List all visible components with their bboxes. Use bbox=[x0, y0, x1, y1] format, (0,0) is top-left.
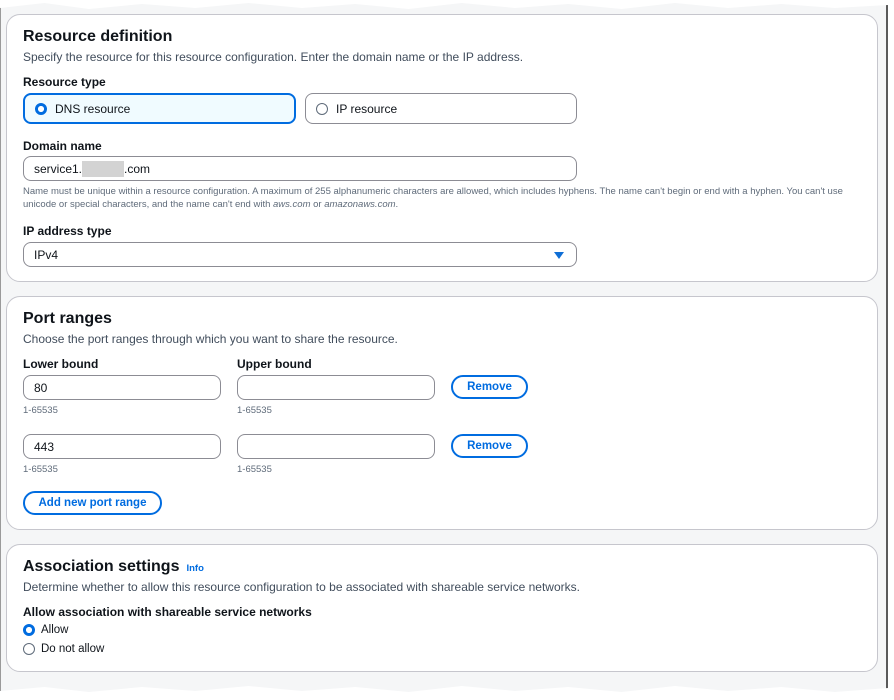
lower-bound-input[interactable]: 80 bbox=[23, 375, 221, 400]
caret-down-icon bbox=[554, 252, 564, 259]
domain-hint-end: . bbox=[395, 199, 399, 210]
lower-bound-hint: 1-65535 bbox=[23, 405, 58, 416]
domain-hint-amazonaws: amazonaws.com bbox=[324, 199, 396, 210]
redacted-domain-mask bbox=[82, 160, 125, 177]
lower-bound-value: 80 bbox=[34, 380, 48, 395]
allow-option[interactable]: Allow bbox=[23, 624, 68, 636]
resource-type-label: Resource type bbox=[23, 75, 106, 89]
remove-port-range-button[interactable]: Remove bbox=[451, 375, 528, 399]
resource-definition-description: Specify the resource for this resource c… bbox=[23, 50, 524, 64]
ip-resource-option[interactable]: IP resource bbox=[305, 93, 577, 124]
lower-bound-input[interactable]: 443 bbox=[23, 434, 221, 459]
do-not-allow-label: Do not allow bbox=[41, 643, 105, 655]
domain-hint-text: Name must be unique within a resource co… bbox=[23, 186, 843, 210]
add-port-range-button[interactable]: Add new port range bbox=[23, 491, 162, 515]
dns-resource-label: DNS resource bbox=[55, 101, 131, 116]
domain-value-suffix: .com bbox=[124, 161, 151, 176]
dns-resource-radio[interactable] bbox=[35, 102, 47, 115]
domain-name-label: Domain name bbox=[23, 139, 102, 153]
ip-resource-label: IP resource bbox=[336, 101, 398, 116]
resource-definition-title: Resource definition bbox=[23, 28, 173, 45]
upper-bound-input[interactable] bbox=[237, 434, 435, 459]
allow-radio[interactable] bbox=[23, 624, 35, 636]
association-header: Association settings Info bbox=[23, 558, 204, 576]
info-link[interactable]: Info bbox=[186, 563, 203, 574]
port-ranges-panel: Port ranges Choose the port ranges throu… bbox=[6, 296, 878, 530]
domain-hint-aws: aws.com bbox=[273, 199, 311, 210]
port-ranges-title: Port ranges bbox=[23, 310, 112, 327]
upper-bound-hint: 1-65535 bbox=[237, 464, 272, 475]
ip-address-type-label: IP address type bbox=[23, 224, 112, 238]
allow-label: Allow bbox=[41, 624, 69, 636]
ip-resource-radio[interactable] bbox=[316, 102, 328, 115]
ip-address-type-select[interactable]: IPv4 bbox=[23, 242, 577, 267]
domain-name-input[interactable]: service1. .com bbox=[23, 156, 577, 181]
do-not-allow-option[interactable]: Do not allow bbox=[23, 643, 104, 655]
domain-value-prefix: service1. bbox=[34, 161, 83, 176]
do-not-allow-radio[interactable] bbox=[23, 643, 35, 655]
association-description: Determine whether to allow this resource… bbox=[23, 580, 580, 594]
lower-bound-hint: 1-65535 bbox=[23, 464, 58, 475]
ip-address-type-value: IPv4 bbox=[34, 247, 59, 262]
lower-bound-label: Lower bound bbox=[23, 357, 99, 371]
upper-bound-input[interactable] bbox=[237, 375, 435, 400]
resource-definition-panel: Resource definition Specify the resource… bbox=[6, 14, 878, 282]
association-settings-title: Association settings bbox=[23, 558, 180, 575]
allow-association-label: Allow association with shareable service… bbox=[23, 605, 312, 619]
remove-port-range-button[interactable]: Remove bbox=[451, 434, 528, 458]
domain-name-hint: Name must be unique within a resource co… bbox=[23, 185, 863, 211]
lower-bound-value: 443 bbox=[34, 439, 55, 454]
port-ranges-description: Choose the port ranges through which you… bbox=[23, 332, 398, 346]
dns-resource-option[interactable]: DNS resource bbox=[23, 93, 296, 124]
upper-bound-label: Upper bound bbox=[237, 357, 312, 371]
upper-bound-hint: 1-65535 bbox=[237, 405, 272, 416]
domain-hint-or: or bbox=[310, 199, 325, 210]
association-settings-panel: Association settings Info Determine whet… bbox=[6, 544, 878, 672]
